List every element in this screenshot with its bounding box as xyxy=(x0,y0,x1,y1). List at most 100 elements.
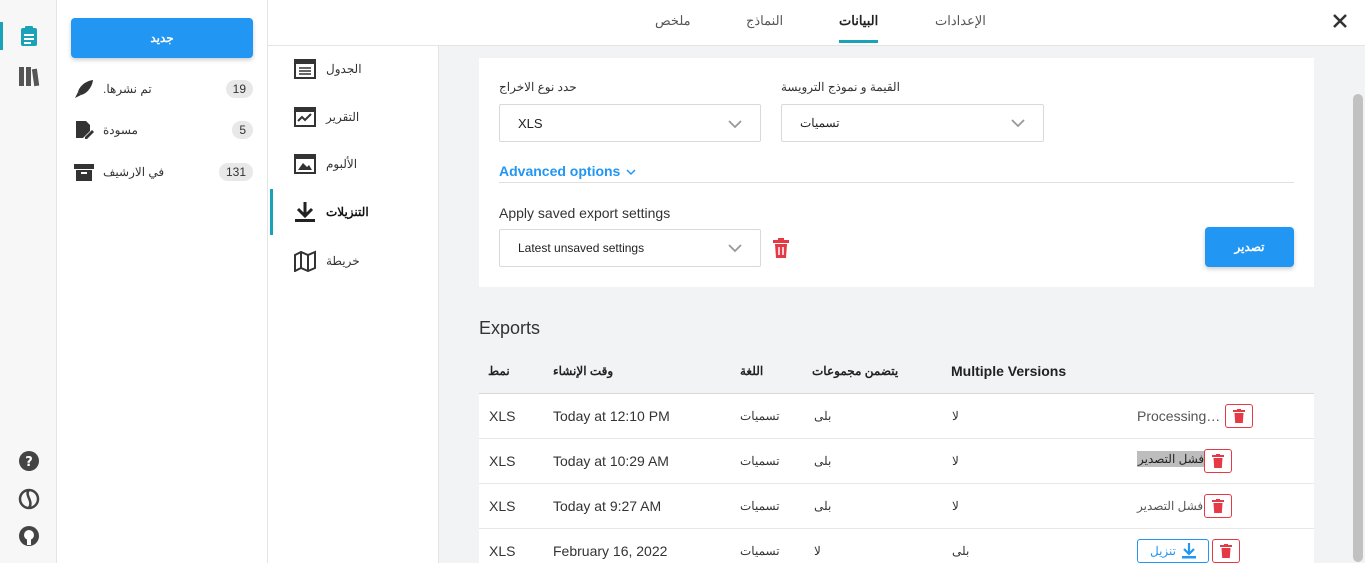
svg-text:?: ? xyxy=(25,455,33,470)
delete-saved-settings-icon[interactable] xyxy=(771,237,791,259)
exports-title: Exports xyxy=(479,318,541,338)
table-header: نمط وقت الإنشاء اللغة يتضمن مجموعات Mult… xyxy=(479,349,1314,394)
table-icon xyxy=(293,57,317,81)
tab-settings[interactable]: الإعدادات xyxy=(935,13,986,29)
section-label: التقرير xyxy=(326,110,360,124)
table-row: XLS Today at 9:27 AM تسميات بلى لا فشل ا… xyxy=(479,484,1314,529)
projects-panel: جديد .تم نشرها 19 مسودة 5 في الارشيف 131 xyxy=(57,0,268,563)
cell-multiple-versions: لا xyxy=(952,454,959,468)
saved-settings-value: Latest unsaved settings xyxy=(518,241,645,255)
section-map[interactable]: خريطة xyxy=(268,238,438,284)
table-row: XLS Today at 12:10 PM تسميات بلى لا Proc… xyxy=(479,394,1314,439)
export-button[interactable]: تصدير xyxy=(1205,227,1294,267)
chevron-down-icon xyxy=(728,117,742,132)
rocket-icon xyxy=(71,76,97,102)
download-icon xyxy=(1182,543,1196,559)
section-downloads[interactable]: التنزيلات xyxy=(268,189,438,235)
section-report[interactable]: التقرير xyxy=(268,94,438,140)
section-table[interactable]: الجدول xyxy=(268,46,438,92)
column-header-created: وقت الإنشاء xyxy=(553,364,614,378)
delete-export-button[interactable] xyxy=(1204,449,1232,473)
value-header-format-select[interactable]: تسميات xyxy=(781,104,1044,142)
delete-export-button[interactable] xyxy=(1212,539,1240,563)
tab-form[interactable]: النماذج xyxy=(746,13,783,29)
download-export-button[interactable]: تنزيل xyxy=(1137,539,1209,563)
cell-groups: بلى xyxy=(814,409,832,423)
cell-groups: بلى xyxy=(814,454,832,468)
export-status: فشل التصدير xyxy=(1137,499,1204,513)
project-filter-draft[interactable]: مسودة 5 xyxy=(71,115,253,145)
column-header-multiple-versions: Multiple Versions xyxy=(951,363,1067,379)
data-section-menu: الجدول التقرير الألبوم التنزيلات خريطة xyxy=(268,46,439,563)
cell-created: Today at 10:29 AM xyxy=(553,453,669,469)
section-label: خريطة xyxy=(326,254,360,268)
close-icon[interactable] xyxy=(1329,10,1351,32)
section-label: التنزيلات xyxy=(326,205,369,219)
cell-type: XLS xyxy=(489,408,516,424)
trash-icon xyxy=(1212,454,1224,468)
chevron-down-icon xyxy=(626,163,636,179)
trash-icon xyxy=(1212,499,1224,513)
project-filter-archived[interactable]: في الارشيف 131 xyxy=(71,157,253,187)
saved-settings-select[interactable]: Latest unsaved settings xyxy=(499,229,761,267)
report-icon xyxy=(293,105,317,129)
project-header: ملخص النماذج البيانات الإعدادات xyxy=(268,0,1365,46)
chevron-down-icon xyxy=(728,242,742,256)
section-label: الجدول xyxy=(326,62,362,76)
value-header-format-label: القيمة و نموذج الترويسة xyxy=(781,80,900,94)
github-icon[interactable] xyxy=(17,524,41,548)
map-icon xyxy=(293,249,317,273)
rail-active-indicator xyxy=(0,22,3,50)
project-filter-label: .تم نشرها xyxy=(103,82,152,96)
download-icon xyxy=(293,200,317,224)
divider xyxy=(499,182,1294,183)
project-filter-label: مسودة xyxy=(103,123,138,137)
column-header-type: نمط xyxy=(488,364,510,378)
icon-rail: ? xyxy=(0,0,57,563)
library-icon[interactable] xyxy=(17,64,41,88)
cell-language: تسميات xyxy=(740,454,780,468)
help-icon[interactable]: ? xyxy=(17,449,41,473)
tab-summary[interactable]: ملخص xyxy=(655,13,691,29)
table-row: XLS Today at 10:29 AM تسميات بلى لا فشل … xyxy=(479,439,1314,484)
cell-language: تسميات xyxy=(740,409,780,423)
album-icon xyxy=(293,152,317,176)
section-label: الألبوم xyxy=(326,157,358,171)
export-type-value: XLS xyxy=(518,115,543,131)
cell-multiple-versions: بلى xyxy=(952,544,970,558)
draft-icon xyxy=(71,117,97,143)
export-type-select[interactable]: XLS xyxy=(499,104,761,142)
cell-type: XLS xyxy=(489,453,516,469)
value-header-format-value: تسميات xyxy=(800,116,840,130)
cell-language: تسميات xyxy=(740,499,780,513)
cell-created: Today at 12:10 PM xyxy=(553,408,670,424)
cell-type: XLS xyxy=(489,498,516,514)
project-filter-label: في الارشيف xyxy=(103,165,165,179)
cell-language: تسميات xyxy=(740,544,780,558)
export-type-label: حدد نوع الاخراج xyxy=(499,80,577,94)
apply-saved-settings-label: Apply saved export settings xyxy=(499,205,671,221)
new-project-button[interactable]: جديد xyxy=(71,18,253,58)
project-filter-deployed[interactable]: .تم نشرها 19 xyxy=(71,74,253,104)
delete-export-button[interactable] xyxy=(1225,404,1253,428)
scrollbar-thumb[interactable] xyxy=(1353,94,1363,562)
clipboard-icon[interactable] xyxy=(17,24,41,48)
column-header-groups: يتضمن مجموعات xyxy=(812,364,899,378)
export-settings-card: حدد نوع الاخراج XLS القيمة و نموذج الترو… xyxy=(479,58,1314,287)
table-row: XLS February 16, 2022 تسميات لا بلى تنزي… xyxy=(479,529,1314,563)
download-label: تنزيل xyxy=(1149,544,1176,558)
advanced-options-toggle[interactable]: Advanced options xyxy=(499,163,636,179)
cell-type: XLS xyxy=(489,543,516,559)
trash-icon xyxy=(1233,409,1245,423)
section-gallery[interactable]: الألبوم xyxy=(268,141,438,187)
delete-export-button[interactable] xyxy=(1204,494,1232,518)
archive-icon xyxy=(71,159,97,185)
project-count-badge: 19 xyxy=(225,80,253,98)
project-count-badge: 5 xyxy=(232,121,253,139)
export-status: Processing… xyxy=(1137,408,1221,424)
tab-data[interactable]: البيانات xyxy=(839,13,879,43)
cell-groups: بلى xyxy=(814,499,832,513)
globe-icon[interactable] xyxy=(17,487,41,511)
cell-multiple-versions: لا xyxy=(952,499,959,513)
chevron-down-icon xyxy=(1011,117,1025,131)
